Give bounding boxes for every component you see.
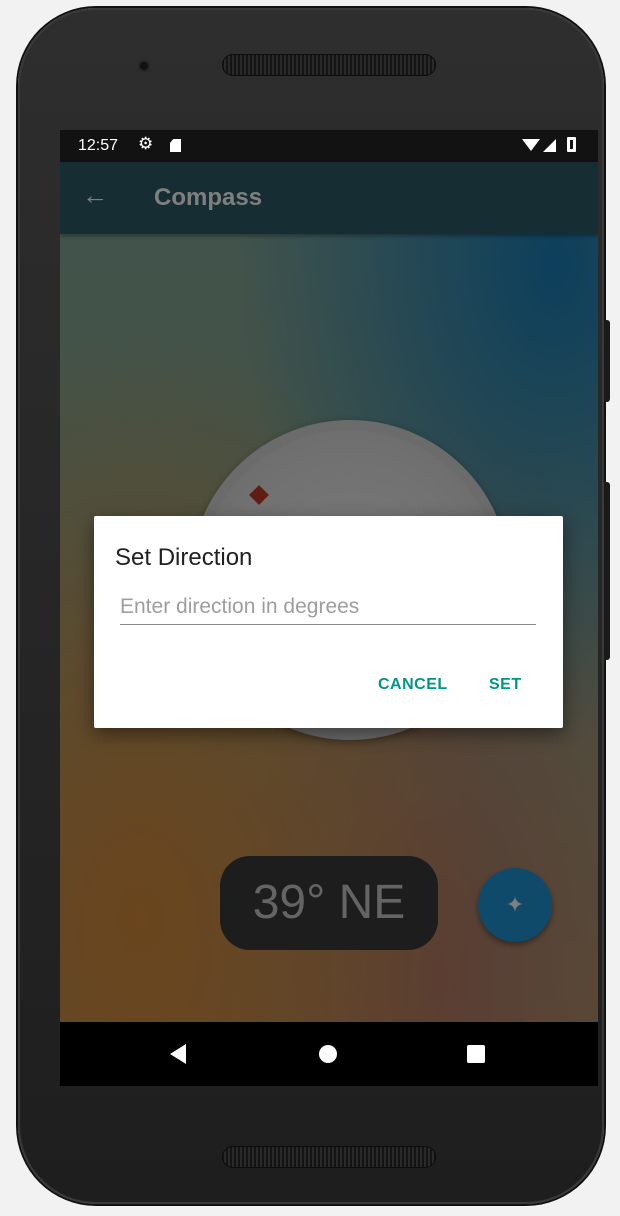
battery-icon (567, 137, 576, 152)
compass-app: ← Compass 39° NE ✦ Set Direction CANCEL … (60, 162, 598, 1054)
dialog-title: Set Direction (115, 544, 253, 571)
set-direction-dialog: Set Direction CANCEL SET (94, 516, 563, 728)
power-button (604, 320, 610, 402)
volume-button (604, 482, 610, 660)
sd-card-icon (170, 139, 181, 152)
front-camera (138, 60, 150, 72)
home-circle-icon[interactable] (319, 1045, 337, 1063)
direction-input[interactable] (120, 590, 536, 625)
system-nav-bar (60, 1022, 598, 1086)
status-time: 12:57 (78, 137, 119, 154)
set-button[interactable]: SET (489, 676, 522, 694)
status-bar: 12:57 ⚙ (60, 130, 598, 162)
bottom-speaker (222, 1146, 436, 1168)
settings-icon: ⚙ (138, 134, 154, 153)
top-speaker (222, 54, 436, 76)
cell-signal-icon (543, 139, 556, 152)
wifi-icon (522, 139, 540, 151)
cancel-button[interactable]: CANCEL (378, 676, 448, 694)
back-triangle-icon[interactable] (170, 1044, 186, 1064)
recents-square-icon[interactable] (467, 1045, 485, 1063)
phone-frame: 12:57 ⚙ ← Compass 39° NE ✦ Set Direction… (18, 8, 610, 1204)
screen: 12:57 ⚙ ← Compass 39° NE ✦ Set Direction… (60, 130, 598, 1086)
